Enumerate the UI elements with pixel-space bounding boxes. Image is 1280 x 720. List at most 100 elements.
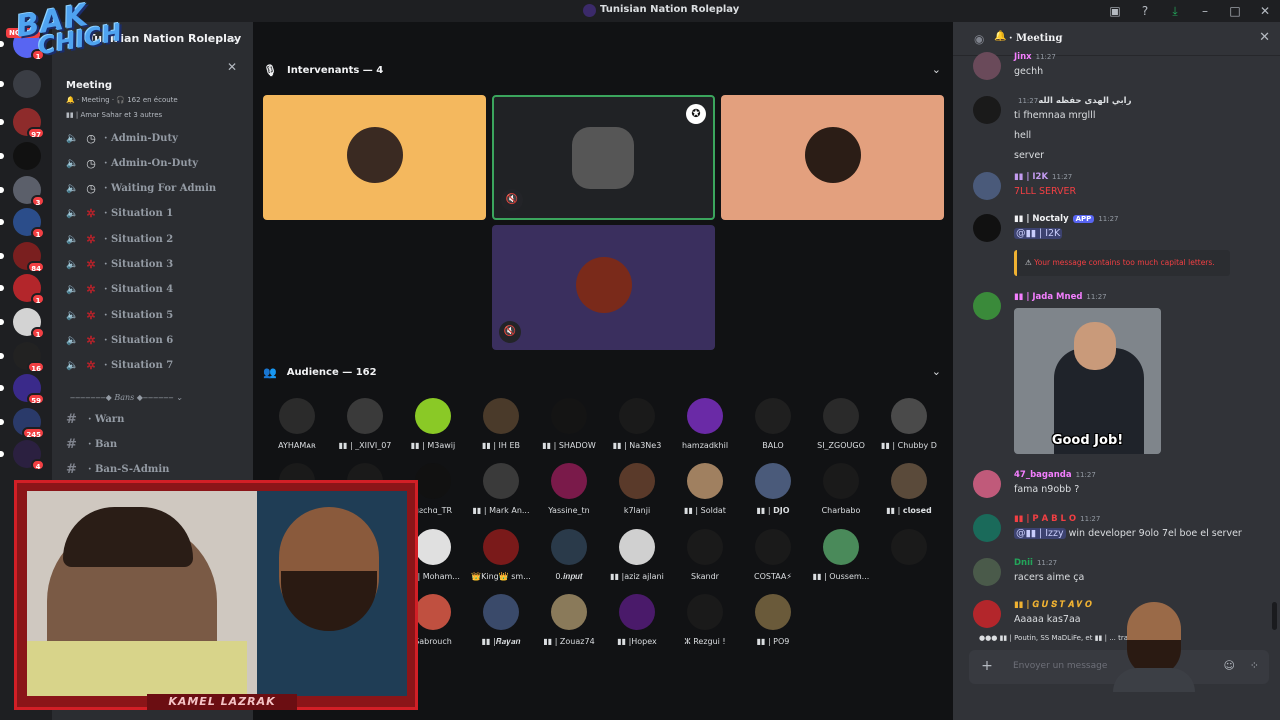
audience-member[interactable]: ▮▮ |aziz ajlani: [603, 528, 671, 589]
audience-member[interactable]: ▮▮ | _XIIVI_07: [331, 398, 399, 458]
server-icon[interactable]: [0, 70, 41, 98]
server-icon[interactable]: 16: [0, 342, 45, 373]
apps-icon[interactable]: ⁘: [1250, 659, 1259, 672]
audience-member[interactable]: Skandr: [671, 528, 739, 589]
text-channel[interactable]: # · Warn: [66, 408, 246, 430]
message-author[interactable]: Dnii 11:27: [1014, 558, 1057, 568]
audience-member[interactable]: SI_ZGOUGO: [807, 398, 875, 458]
speaker-tile[interactable]: [721, 95, 944, 220]
message-author[interactable]: ▮▮ | Noctaly APP 11:27: [1014, 214, 1119, 224]
emoji-icon[interactable]: ☺: [1224, 659, 1235, 672]
voice-channel[interactable]: 🔈 ◷ · Admin-Duty: [66, 127, 246, 149]
close-icon[interactable]: ✕: [1259, 30, 1270, 45]
audience-member[interactable]: ▮▮ | Soldat: [671, 463, 739, 523]
help-icon[interactable]: ?: [1130, 4, 1160, 18]
audience-member[interactable]: AYHAMᴀʀ: [263, 398, 331, 458]
speaker-tile[interactable]: 🔇: [492, 225, 715, 350]
avatar[interactable]: [973, 558, 1001, 586]
server-icon[interactable]: 1: [0, 274, 45, 305]
speaker-tile[interactable]: [263, 95, 486, 220]
audience-member[interactable]: 👑King👑 sm...: [467, 528, 535, 589]
audience-member[interactable]: COSTAA⚡: [739, 528, 807, 589]
message-author[interactable]: ▮▮ | Jada Mned 11:27: [1014, 292, 1107, 302]
server-icon[interactable]: 1: [0, 308, 45, 339]
author-name[interactable]: Dnii: [1014, 558, 1033, 568]
avatar[interactable]: [973, 96, 1001, 124]
audience-member[interactable]: hamzadkhil: [671, 398, 739, 458]
text-channel[interactable]: # · Ban-S-Admin: [66, 459, 246, 481]
author-name[interactable]: 47_baganda: [1014, 470, 1072, 480]
voice-channel[interactable]: 🔈 ✲ · Situation 2: [66, 228, 246, 250]
scrollbar[interactable]: [1272, 602, 1277, 630]
close-icon[interactable]: ✕: [227, 60, 237, 74]
audience-member[interactable]: ▮▮ | Zouaz74: [535, 593, 603, 654]
audience-member[interactable]: ⵣ Rezgui !: [671, 593, 739, 654]
avatar[interactable]: [973, 514, 1001, 542]
voice-channel[interactable]: 🔈 ◷ · Waiting For Admin: [66, 178, 246, 200]
stage-card[interactable]: Meeting 🔔 · Meeting · 🎧 162 en écoute ▮▮…: [62, 78, 247, 128]
message-author[interactable]: ▮▮ | 𝑮 𝑼 𝑺 𝑻 𝑨 𝑽 𝑶: [1014, 600, 1092, 610]
avatar[interactable]: [973, 292, 1001, 320]
message-author[interactable]: 47_baganda 11:27: [1014, 470, 1096, 480]
audience-member[interactable]: ▮▮ | M3awij: [399, 398, 467, 458]
message-author[interactable]: ▮▮ | I2K 11:27: [1014, 172, 1072, 182]
add-attachment-icon[interactable]: +: [979, 658, 995, 674]
voice-channel[interactable]: 🔈 ◷ · Admin-On-Duty: [66, 152, 246, 174]
author-name[interactable]: ▮▮ | P A B L O: [1014, 514, 1076, 524]
avatar[interactable]: [973, 470, 1001, 498]
avatar[interactable]: [973, 214, 1001, 242]
audience-member[interactable]: ▮▮ |Hopex: [603, 593, 671, 654]
gif-embed[interactable]: Good Job!: [1014, 308, 1161, 454]
download-icon[interactable]: ⤓: [1160, 4, 1190, 19]
server-icon[interactable]: 97: [0, 108, 45, 139]
chevron-down-icon[interactable]: ⌄: [932, 365, 941, 378]
speaker-tile[interactable]: 🔇 ✪: [492, 95, 715, 220]
author-name[interactable]: ▮▮ | 𝑮 𝑼 𝑺 𝑻 𝑨 𝑽 𝑶: [1014, 600, 1092, 610]
audience-member[interactable]: ▮▮ | SHADOW: [535, 398, 603, 458]
message-author[interactable]: Jinx 11:27: [1014, 52, 1056, 62]
voice-channel[interactable]: 🔈 ✲ · Situation 4: [66, 279, 246, 301]
audience-member[interactable]: Yassine_tn: [535, 463, 603, 523]
audience-member[interactable]: [875, 528, 943, 589]
chevron-down-icon[interactable]: ⌄: [229, 30, 239, 44]
author-name[interactable]: ▮▮ | Noctaly: [1014, 214, 1069, 224]
text-channel[interactable]: # · Ban: [66, 433, 246, 455]
author-name[interactable]: رابي الهدى حفظه الله: [1038, 96, 1131, 106]
voice-channel[interactable]: 🔈 ✲ · Situation 6: [66, 329, 246, 351]
audience-member[interactable]: ▮▮ | Oussem...: [807, 528, 875, 589]
voice-channel[interactable]: 🔈 ✲ · Situation 1: [66, 203, 246, 225]
author-name[interactable]: ▮▮ | Jada Mned: [1014, 292, 1082, 302]
voice-channel[interactable]: 🔈 ✲ · Situation 5: [66, 304, 246, 326]
author-name[interactable]: Jinx: [1014, 52, 1032, 62]
avatar[interactable]: [973, 172, 1001, 200]
audience-member[interactable]: ▮▮ | IH EB: [467, 398, 535, 458]
audience-member[interactable]: ▮▮ | Na3Ne3: [603, 398, 671, 458]
voice-channel[interactable]: 🔈 ✲ · Situation 3: [66, 254, 246, 276]
server-icon[interactable]: 1: [0, 208, 45, 239]
audience-member[interactable]: BALO: [739, 398, 807, 458]
audience-member[interactable]: ▮▮ | 𝗗𝗝𝗢: [739, 463, 807, 523]
message-author[interactable]: ▮▮ | P A B L O 11:27: [1014, 514, 1100, 524]
server-icon[interactable]: [0, 142, 41, 170]
audience-member[interactable]: ▮▮ | Mark An...: [467, 463, 535, 523]
server-icon[interactable]: 3: [0, 176, 45, 207]
audience-member[interactable]: ▮▮ | Chubby D: [875, 398, 943, 458]
audience-member[interactable]: 0.𝒊𝒏𝒑𝒖𝒕: [535, 528, 603, 589]
close-icon[interactable]: ✕: [1250, 4, 1280, 18]
audience-member[interactable]: ▮▮ |𝑹𝒂𝒚𝒂𝒏: [467, 593, 535, 654]
category-bans[interactable]: ‒‒‒‒‒‒‒◆ Bans ◆‒‒‒‒‒‒ ⌄: [70, 393, 183, 402]
audience-member[interactable]: ▮▮ | PO9: [739, 593, 807, 654]
avatar[interactable]: [973, 600, 1001, 628]
audience-member[interactable]: ▮▮ | 𝗰𝗹𝗼𝘀𝗲𝗱: [875, 463, 943, 523]
message-author[interactable]: رابي الهدى حفظه الله11:27: [1014, 96, 1132, 106]
audience-member[interactable]: k7lanji: [603, 463, 671, 523]
server-icon[interactable]: 84: [0, 242, 45, 273]
user-mention[interactable]: @▮▮ | Izzy: [1014, 528, 1066, 539]
audience-member[interactable]: Charbabo: [807, 463, 875, 523]
chevron-down-icon[interactable]: ⌄: [932, 63, 941, 76]
inbox-icon[interactable]: ▣: [1100, 4, 1130, 18]
server-icon[interactable]: 245: [0, 408, 45, 439]
avatar[interactable]: [973, 52, 1001, 80]
minimize-icon[interactable]: –: [1190, 4, 1220, 18]
author-name[interactable]: ▮▮ | I2K: [1014, 172, 1048, 182]
